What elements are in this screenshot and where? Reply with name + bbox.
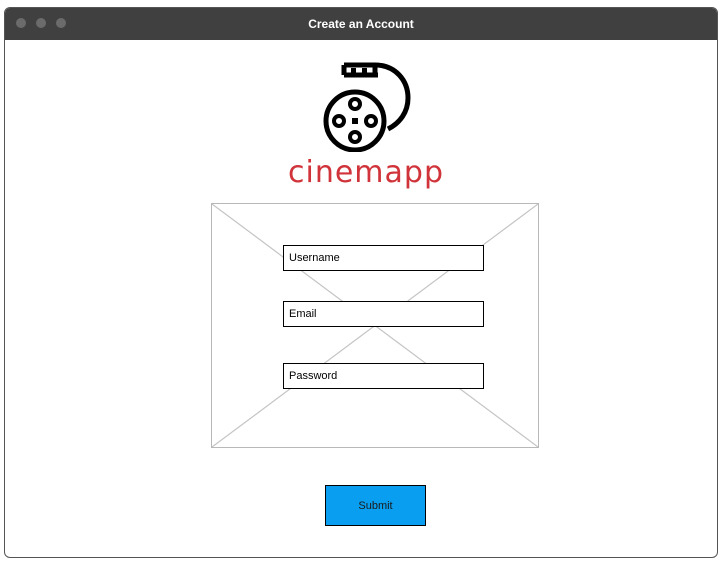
password-field[interactable] [283,363,484,389]
film-reel-icon [320,60,412,153]
title-bar: Create an Account [5,8,717,40]
window-title: Create an Account [308,17,414,31]
username-field[interactable] [283,245,484,271]
submit-button[interactable]: Submit [325,485,426,526]
email-field[interactable] [283,301,484,327]
app-logo-text: cinemapp [288,155,444,190]
app-window: Create an Account cinemapp Username Emai… [4,7,718,558]
